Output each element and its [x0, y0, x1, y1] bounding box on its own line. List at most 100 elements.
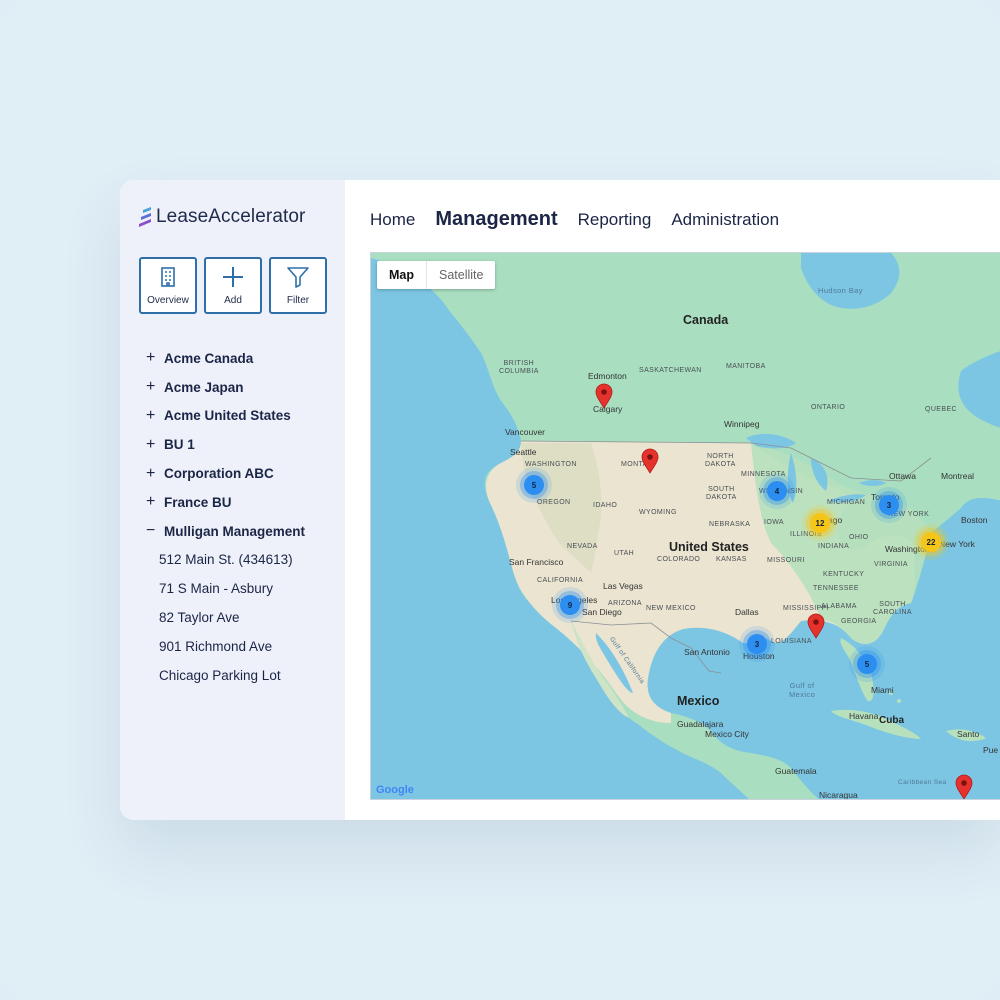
label-edmonton: Edmonton [588, 371, 627, 381]
expand-icon[interactable]: + [146, 493, 164, 511]
label-miami: Miami [871, 685, 894, 695]
new-york-cluster[interactable]: 22 [921, 532, 941, 552]
tree-group-label: Acme Canada [164, 350, 254, 366]
label-missouri: MISSOURI [767, 557, 805, 564]
tree-group-acme-japan[interactable]: + Acme Japan [146, 373, 341, 402]
tree-location-item[interactable]: 901 Richmond Ave [146, 632, 341, 661]
map-type-map[interactable]: Map [377, 261, 426, 289]
label-manitoba: MANITOBA [726, 363, 766, 370]
label-new-mexico: NEW MEXICO [646, 605, 696, 612]
location-tree: + Acme Canada + Acme Japan + Acme United… [146, 344, 341, 690]
florida-cluster[interactable]: 5 [857, 654, 877, 674]
label-puerto: Pue [983, 745, 999, 755]
map-type-toggle: Map Satellite [377, 261, 496, 289]
nav-management[interactable]: Management [435, 208, 557, 231]
label-las-vegas: Las Vegas [603, 581, 643, 591]
logo-mark-icon [139, 207, 151, 227]
label-saskatchewan: SASKATCHEWAN [639, 367, 702, 374]
brand-name: LeaseAccelerator [156, 206, 306, 227]
seattle-cluster[interactable]: 5 [524, 475, 544, 495]
label-nicaragua: Nicaragua [819, 790, 858, 800]
montana-pin[interactable] [641, 448, 659, 474]
toronto-cluster[interactable]: 3 [879, 495, 899, 515]
label-vancouver: Vancouver [505, 427, 546, 437]
label-ohio: OHIO [849, 534, 869, 541]
sidebar: LeaseAccelerator Overview Add Filter + A… [120, 180, 345, 820]
label-virginia: VIRGINIA [874, 561, 908, 568]
map-geography [371, 253, 1000, 799]
filter-button[interactable]: Filter [269, 257, 327, 314]
label-caribbean-sea: Caribbean Sea [898, 779, 947, 786]
label-ontario: ONTARIO [811, 404, 846, 411]
label-north-dakota: NORTH DAKOTA [705, 453, 736, 468]
label-california: CALIFORNIA [537, 577, 584, 584]
label-kentucky: KENTUCKY [823, 571, 865, 578]
gulf-coast-pin[interactable] [807, 613, 825, 639]
label-oregon: OREGON [537, 499, 571, 506]
tree-location-item[interactable]: 71 S Main - Asbury [146, 574, 341, 603]
sidebar-toolbar: Overview Add Filter [139, 257, 327, 314]
expand-icon[interactable]: + [146, 436, 164, 454]
tree-group-mulligan-management[interactable]: − Mulligan Management [146, 517, 341, 546]
tree-group-acme-canada[interactable]: + Acme Canada [146, 344, 341, 373]
label-guadalajara: Guadalajara [677, 719, 724, 729]
tree-location-item[interactable]: Chicago Parking Lot [146, 661, 341, 690]
houston-cluster[interactable]: 3 [747, 634, 767, 654]
tree-group-label: France BU [164, 494, 232, 510]
label-arizona: ARIZONA [608, 600, 642, 607]
label-georgia: GEORGIA [841, 618, 877, 625]
label-louisiana: LOUISIANA [771, 638, 812, 645]
top-nav: Home Management Reporting Administration [370, 208, 799, 231]
tree-group-label: Corporation ABC [164, 466, 274, 482]
nav-administration[interactable]: Administration [671, 210, 779, 230]
tree-group-label: Mulligan Management [164, 523, 306, 539]
label-cuba: Cuba [879, 715, 904, 726]
expand-icon[interactable]: + [146, 349, 164, 367]
filter-icon [287, 267, 309, 288]
label-santo-domingo: Santo [957, 729, 980, 739]
los-angeles-cluster[interactable]: 9 [560, 595, 580, 615]
tree-group-france-bu[interactable]: + France BU [146, 488, 341, 517]
add-label: Add [224, 295, 242, 306]
label-idaho: IDAHO [593, 502, 618, 509]
filter-label: Filter [286, 295, 310, 306]
nav-home[interactable]: Home [370, 210, 415, 230]
collapse-icon[interactable]: − [146, 522, 164, 540]
minneapolis-cluster[interactable]: 4 [767, 481, 787, 501]
overview-button[interactable]: Overview [139, 257, 197, 314]
label-minnesota: MINNESOTA [741, 471, 786, 478]
tree-group-acme-united-states[interactable]: + Acme United States [146, 402, 341, 431]
label-guatemala: Guatemala [775, 766, 817, 776]
add-button[interactable]: Add [204, 257, 262, 314]
chicago-cluster[interactable]: 12 [810, 513, 830, 533]
label-san-francisco: San Francisco [509, 557, 564, 567]
google-attribution[interactable]: Google [376, 784, 414, 796]
label-nevada: NEVADA [567, 543, 598, 550]
location-map[interactable]: Map Satellite Canada United States Mexic… [370, 252, 1000, 800]
label-nebraska: NEBRASKA [709, 521, 751, 528]
brand-logo[interactable]: LeaseAccelerator [138, 202, 305, 232]
map-type-satellite[interactable]: Satellite [426, 261, 495, 289]
overview-label: Overview [147, 295, 189, 306]
tree-location-item[interactable]: 512 Main St. (434613) [146, 546, 341, 575]
tree-location-item[interactable]: 82 Taylor Ave [146, 603, 341, 632]
label-montreal: Montreal [941, 471, 975, 481]
tree-group-bu-1[interactable]: + BU 1 [146, 430, 341, 459]
tree-group-corporation-abc[interactable]: + Corporation ABC [146, 459, 341, 488]
label-ottawa: Ottawa [889, 471, 916, 481]
label-mexico: Mexico [677, 694, 720, 708]
expand-icon[interactable]: + [146, 407, 164, 425]
caribbean-pin[interactable] [955, 774, 973, 800]
label-united-states: United States [669, 540, 749, 554]
tree-group-label: Acme Japan [164, 379, 244, 395]
label-san-diego: San Diego [582, 607, 622, 617]
expand-icon[interactable]: + [146, 378, 164, 396]
nav-reporting[interactable]: Reporting [578, 210, 652, 230]
label-michigan: MICHIGAN [827, 499, 866, 506]
expand-icon[interactable]: + [146, 465, 164, 483]
calgary-pin[interactable] [595, 383, 613, 409]
label-south-carolina: SOUTH CAROLINA [873, 601, 912, 616]
label-san-antonio: San Antonio [684, 647, 730, 657]
label-indiana: INDIANA [818, 543, 850, 550]
main-panel: Home Management Reporting Administration [345, 180, 1000, 820]
